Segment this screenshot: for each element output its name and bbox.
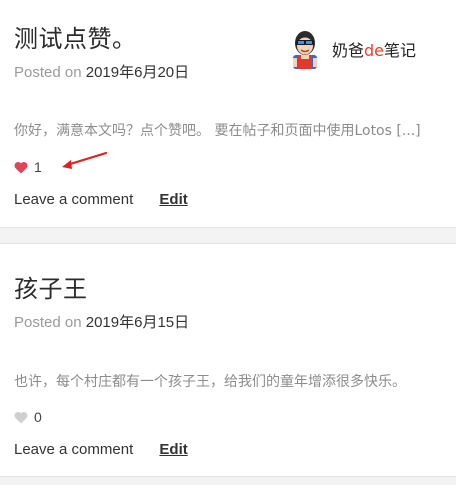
heart-icon (14, 161, 28, 173)
like-button[interactable]: 1 (14, 159, 42, 175)
like-count: 1 (34, 159, 42, 175)
edit-link[interactable]: Edit (159, 441, 187, 458)
post-actions: Leave a comment Edit (14, 441, 188, 458)
post-date[interactable]: 2019年6月15日 (86, 314, 189, 331)
arrow-annotation-icon (62, 151, 108, 169)
heart-icon (14, 411, 28, 423)
avatar-icon (293, 31, 317, 69)
page-bottom-strip (0, 477, 456, 485)
like-button[interactable]: 0 (14, 409, 42, 425)
watermark-logo: 奶爸de笔记 (284, 28, 416, 70)
post-excerpt: 也许，每个村庄都有一个孩子王，给我们的童年增添很多快乐。 (14, 374, 406, 390)
post-meta: Posted on 2019年6月15日 (14, 311, 189, 332)
post-date[interactable]: 2019年6月20日 (86, 64, 189, 81)
post-title[interactable]: 测试点赞。 (14, 19, 137, 54)
post-excerpt: 你好，满意本文吗？点个赞吧。 要在帖子和页面中使用Lotos [...] (14, 123, 421, 139)
post-card: 测试点赞。 Posted on 2019年6月20日 你好，满意本文吗？点个赞吧… (0, 0, 456, 228)
leave-comment-link[interactable]: Leave a comment (14, 441, 133, 458)
posted-on-label: Posted on (14, 314, 82, 331)
post-actions: Leave a comment Edit (14, 191, 188, 208)
post-card: 孩子王 Posted on 2019年6月15日 也许，每个村庄都有一个孩子王，… (0, 245, 456, 477)
post-separator (0, 228, 456, 244)
like-count: 0 (34, 409, 42, 425)
edit-link[interactable]: Edit (159, 191, 187, 208)
posted-on-label: Posted on (14, 64, 82, 81)
post-title[interactable]: 孩子王 (14, 269, 88, 304)
watermark-text: 奶爸de笔记 (332, 41, 417, 60)
post-meta: Posted on 2019年6月20日 (14, 61, 189, 82)
leave-comment-link[interactable]: Leave a comment (14, 191, 133, 208)
